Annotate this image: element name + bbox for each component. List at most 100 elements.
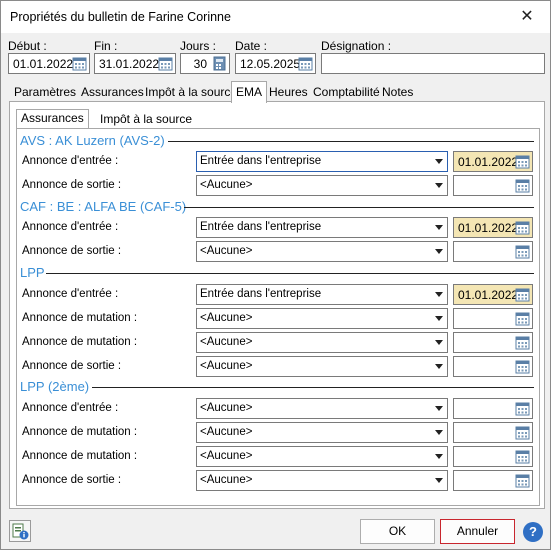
lpp2-sortie-select[interactable]: <Aucune> [196, 470, 448, 491]
help-icon[interactable]: ? [523, 522, 543, 542]
calendar-icon[interactable] [515, 425, 530, 440]
cancel-button[interactable]: Annuler [440, 519, 515, 544]
caf-entree-select[interactable]: Entrée dans l'entreprise [196, 217, 448, 238]
lpp-mutation1-select[interactable]: <Aucune> [196, 308, 448, 329]
lpp-mutation2-date[interactable] [453, 332, 533, 353]
section-divider [46, 273, 534, 274]
calendar-icon[interactable] [298, 56, 313, 71]
date-label: Date : [235, 39, 268, 53]
tab-assurances[interactable]: Assurances [81, 84, 144, 102]
row-label: Annonce d'entrée : [22, 221, 119, 233]
dropdown-arrow-icon[interactable] [435, 364, 443, 369]
debut-field[interactable]: 01.01.2022 [8, 53, 90, 74]
tab-heures[interactable]: Heures [269, 84, 308, 102]
designation-label: Désignation : [321, 39, 392, 53]
caf-entree-date[interactable]: 01.01.2022 [453, 217, 533, 238]
row-label: Annonce de mutation : [22, 312, 138, 324]
lpp2-entree-date[interactable] [453, 398, 533, 419]
subtab-assurances[interactable]: Assurances [16, 109, 89, 129]
dropdown-arrow-icon[interactable] [435, 159, 443, 164]
fin-value: 31.01.2022 [99, 57, 160, 71]
row-label: Annonce d'entrée : [22, 155, 119, 167]
row-label: Annonce de sortie : [22, 360, 122, 372]
section-title-caf: CAF : BE : ALFA BE (CAF-5) [20, 199, 187, 214]
select-value: <Aucune> [200, 402, 253, 414]
lpp-entree-date[interactable]: 01.01.2022 [453, 284, 533, 305]
dropdown-arrow-icon[interactable] [435, 454, 443, 459]
select-value: <Aucune> [200, 312, 253, 324]
subtab-impot-source[interactable]: Impôt à la source [100, 112, 192, 126]
calendar-icon[interactable] [72, 56, 87, 71]
dropdown-arrow-icon[interactable] [435, 340, 443, 345]
caf-sortie-date[interactable] [453, 241, 533, 262]
dropdown-arrow-icon[interactable] [435, 430, 443, 435]
date-value: 01.01.2022 [458, 221, 519, 235]
avs-entree-select[interactable]: Entrée dans l'entreprise [196, 151, 448, 172]
calendar-icon[interactable] [515, 311, 530, 326]
tab-notes[interactable]: Notes [382, 84, 413, 102]
calendar-icon[interactable] [515, 335, 530, 350]
lpp-sortie-date[interactable] [453, 356, 533, 377]
main-tabs: Paramètres Assurances Impôt à la source … [1, 81, 551, 103]
avs-entree-date[interactable]: 01.01.2022 [453, 151, 533, 172]
ok-button[interactable]: OK [360, 519, 435, 544]
section-title-avs: AVS : AK Luzern (AVS-2) [20, 133, 165, 148]
date-value: 01.01.2022 [458, 288, 519, 302]
lpp2-sortie-date[interactable] [453, 470, 533, 491]
lpp2-mutation2-select[interactable]: <Aucune> [196, 446, 448, 467]
calendar-icon[interactable] [515, 220, 530, 235]
jours-field[interactable]: 30 [180, 53, 230, 74]
lpp-entree-select[interactable]: Entrée dans l'entreprise [196, 284, 448, 305]
dropdown-arrow-icon[interactable] [435, 292, 443, 297]
lpp2-mutation1-date[interactable] [453, 422, 533, 443]
dropdown-arrow-icon[interactable] [435, 406, 443, 411]
lpp2-entree-select[interactable]: <Aucune> [196, 398, 448, 419]
calendar-icon[interactable] [158, 56, 173, 71]
calendar-icon[interactable] [515, 473, 530, 488]
lpp-mutation2-select[interactable]: <Aucune> [196, 332, 448, 353]
calendar-icon[interactable] [515, 244, 530, 259]
dialog-window: Propriétés du bulletin de Farine Corinne… [0, 0, 551, 550]
date-field[interactable]: 12.05.2025 [235, 53, 316, 74]
calendar-icon[interactable] [515, 449, 530, 464]
row-label: Annonce de sortie : [22, 474, 122, 486]
lpp-mutation1-date[interactable] [453, 308, 533, 329]
calendar-icon[interactable] [515, 178, 530, 193]
dropdown-arrow-icon[interactable] [435, 249, 443, 254]
select-value: <Aucune> [200, 179, 253, 191]
tab-ema[interactable]: EMA [231, 81, 268, 103]
tab-comptabilite[interactable]: Comptabilité [313, 84, 380, 102]
calendar-icon[interactable] [515, 359, 530, 374]
calculator-icon[interactable] [212, 56, 227, 71]
calendar-icon[interactable] [515, 287, 530, 302]
window-title: Propriétés du bulletin de Farine Corinne [10, 10, 231, 24]
debut-value: 01.01.2022 [13, 57, 74, 71]
info-button[interactable] [9, 520, 31, 542]
select-value: Entrée dans l'entreprise [200, 155, 322, 167]
calendar-icon[interactable] [515, 401, 530, 416]
section-divider [168, 141, 534, 142]
dropdown-arrow-icon[interactable] [435, 478, 443, 483]
calendar-icon[interactable] [515, 154, 530, 169]
tab-impot-source[interactable]: Impôt à la source [145, 84, 237, 102]
avs-sortie-date[interactable] [453, 175, 533, 196]
jours-label: Jours : [180, 39, 217, 53]
lpp-sortie-select[interactable]: <Aucune> [196, 356, 448, 377]
tab-parametres[interactable]: Paramètres [14, 84, 76, 102]
row-label: Annonce d'entrée : [22, 402, 119, 414]
lpp2-mutation2-date[interactable] [453, 446, 533, 467]
close-icon[interactable]: ✕ [516, 6, 538, 28]
dropdown-arrow-icon[interactable] [435, 183, 443, 188]
select-value: Entrée dans l'entreprise [200, 221, 322, 233]
dropdown-arrow-icon[interactable] [435, 316, 443, 321]
fin-field[interactable]: 31.01.2022 [94, 53, 176, 74]
designation-input[interactable] [321, 53, 545, 74]
lpp2-mutation1-select[interactable]: <Aucune> [196, 422, 448, 443]
caf-sortie-select[interactable]: <Aucune> [196, 241, 448, 262]
dropdown-arrow-icon[interactable] [435, 225, 443, 230]
avs-sortie-select[interactable]: <Aucune> [196, 175, 448, 196]
info-icon [10, 523, 30, 544]
select-value: <Aucune> [200, 474, 253, 486]
row-label: Annonce d'entrée : [22, 288, 119, 300]
row-label: Annonce de sortie : [22, 245, 122, 257]
